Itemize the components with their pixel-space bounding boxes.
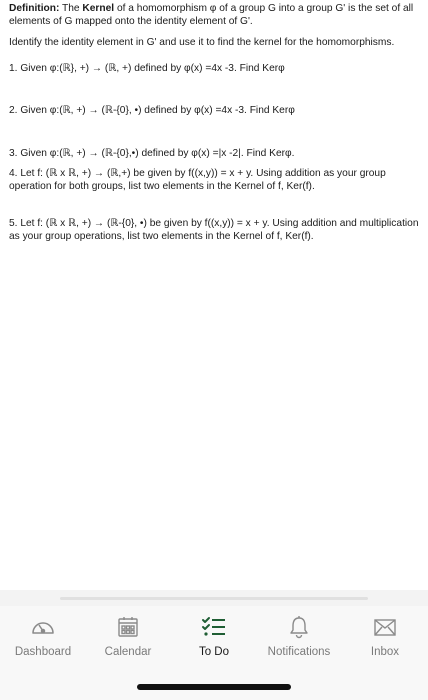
tab-inbox[interactable]: Inbox <box>342 606 428 672</box>
question-4: 4. Let f: (ℝ x ℝ, +) → (ℝ,+) be given by… <box>9 168 386 192</box>
tab-dashboard[interactable]: Dashboard <box>0 606 86 672</box>
instruction-text: Identify the identity element in G' and … <box>9 37 395 48</box>
gauge-icon <box>0 615 86 639</box>
tabbar-separator <box>0 590 428 606</box>
app-screen: Definition: The Kernel of a homomorphism… <box>0 0 428 700</box>
home-indicator[interactable] <box>137 684 291 690</box>
tab-label: Notifications <box>267 646 331 658</box>
envelope-icon <box>342 615 428 639</box>
definition-text-1: The <box>59 3 83 14</box>
definition-lead: Definition: <box>9 3 60 14</box>
checklist-icon <box>171 615 257 639</box>
tab-todo[interactable]: To Do <box>171 606 257 672</box>
definition-paragraph: Definition: The Kernel of a homomorphism… <box>9 3 423 28</box>
tab-calendar[interactable]: Calendar <box>85 606 171 672</box>
question-1: 1. Given φ:(ℝ}, +) → (ℝ, +) defined by φ… <box>9 62 285 74</box>
tab-label: Calendar <box>104 646 152 658</box>
assignment-document: Definition: The Kernel of a homomorphism… <box>9 3 423 243</box>
bell-icon <box>256 615 342 639</box>
question-3: 3. Given φ:(ℝ, +) → (ℝ-{0},•) defined by… <box>9 147 295 159</box>
definition-bold-term: Kernel <box>82 3 115 14</box>
tab-label: Dashboard <box>14 646 72 658</box>
tab-label: Inbox <box>370 646 400 658</box>
tab-notifications[interactable]: Notifications <box>256 606 342 672</box>
calendar-icon <box>85 615 171 639</box>
tab-label: To Do <box>198 646 230 658</box>
scroll-indicator <box>60 597 368 600</box>
question-5: 5. Let f: (ℝ x ℝ, +) → (ℝ-{0}, •) be giv… <box>9 218 419 242</box>
question-2: 2. Given φ:(ℝ, +) → (ℝ-{0}, •) defined b… <box>9 105 295 116</box>
